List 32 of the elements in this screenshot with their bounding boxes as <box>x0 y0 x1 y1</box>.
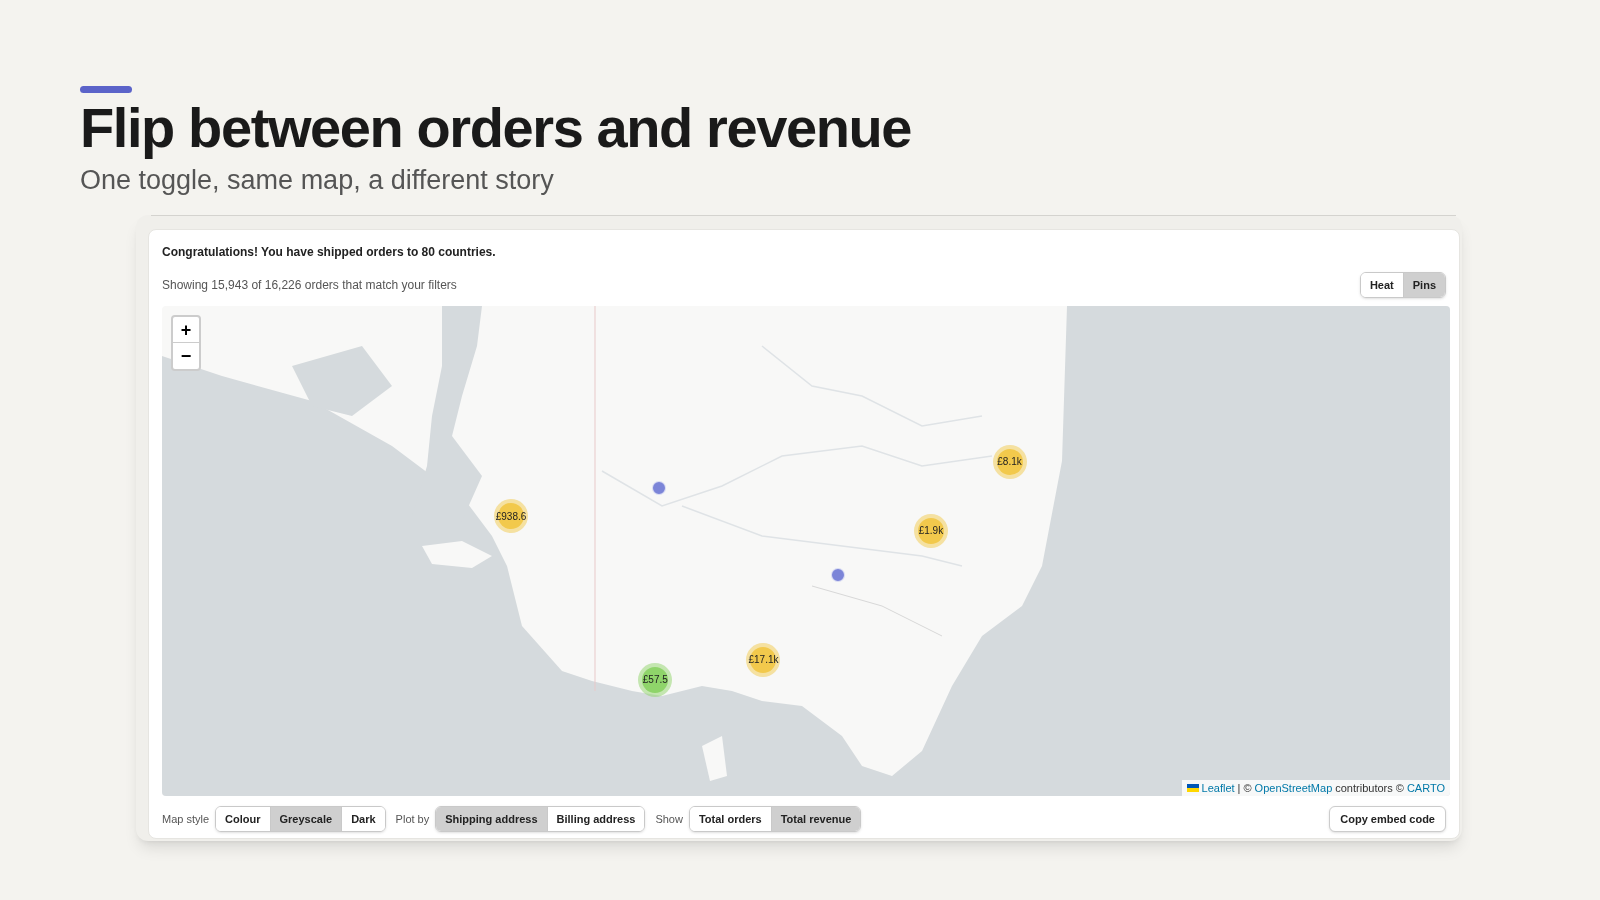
attribution-text: | © <box>1237 781 1252 796</box>
page-title: Flip between orders and revenue <box>80 97 913 159</box>
toggle-option[interactable]: Total orders <box>689 807 771 831</box>
toggle-option[interactable]: Shipping address <box>436 807 547 831</box>
attribution-text: contributors © <box>1335 781 1404 796</box>
toggle-option[interactable]: Colour <box>216 807 270 831</box>
control-label: Plot by <box>395 811 430 827</box>
toggle-option[interactable]: Heat <box>1360 273 1403 297</box>
zoom-out-button[interactable]: − <box>173 343 199 369</box>
toggle-option[interactable]: Greyscale <box>269 807 342 831</box>
page-subtitle: One toggle, same map, a different story <box>80 164 555 197</box>
toggle-option[interactable]: Billing address <box>546 807 645 831</box>
control-label: Show <box>655 811 683 827</box>
cluster-marker[interactable]: £8.1k <box>992 444 1027 479</box>
map-view[interactable]: + − £938.6 £8.1k £1.9k £17.1k £57.5 Leaflet | © OpenStreetMap contributors © CARTO <box>162 306 1450 796</box>
cluster-marker[interactable]: £17.1k <box>746 642 781 677</box>
toggle-option[interactable]: Dark <box>341 807 385 831</box>
toggle-option[interactable]: Pins <box>1402 273 1445 297</box>
zoom-in-button[interactable]: + <box>173 317 199 343</box>
accent-bar <box>80 86 132 93</box>
control-label: Map style <box>162 811 210 827</box>
attribution-link[interactable]: CARTO <box>1406 780 1445 796</box>
flag-icon <box>1186 784 1199 792</box>
order-summary: Showing 15,943 of 16,226 orders that match your filters <box>162 277 457 294</box>
success-message: Congratulations! You have shipped orders to 80 countries. <box>162 244 497 260</box>
cluster-marker[interactable]: £57.5 <box>638 662 673 697</box>
copy-embed-button[interactable]: Copy embed code <box>1329 806 1446 832</box>
toggle-option[interactable]: Total revenue <box>770 807 861 831</box>
cluster-marker[interactable]: £1.9k <box>913 513 948 548</box>
attribution-link[interactable]: OpenStreetMap <box>1254 780 1333 796</box>
cluster-marker[interactable]: £938.6 <box>494 499 529 534</box>
attribution-link[interactable]: Leaflet <box>1201 780 1235 796</box>
